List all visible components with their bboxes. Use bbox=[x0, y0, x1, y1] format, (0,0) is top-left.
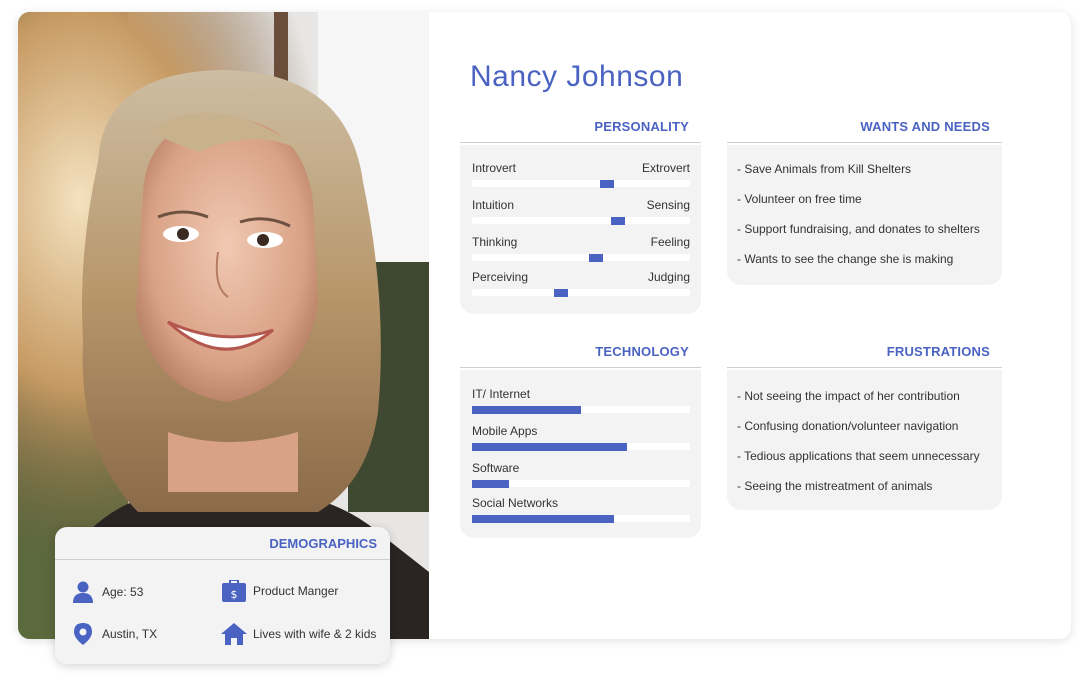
technology-panel: IT/ Internet Mobile Apps Software Social… bbox=[460, 370, 701, 538]
technology-row: Social Networks bbox=[472, 496, 690, 526]
scale-left-label: Intuition bbox=[472, 198, 515, 212]
demographics-family: Lives with wife & 2 kids bbox=[221, 622, 376, 646]
scale-track bbox=[472, 217, 690, 225]
list-item: - Not seeing the impact of her contribut… bbox=[737, 389, 960, 403]
frustrations-list: - Not seeing the impact of her contribut… bbox=[737, 388, 980, 508]
technology-track bbox=[472, 443, 690, 451]
demographics-heading: DEMOGRAPHICS bbox=[55, 527, 390, 560]
family-text: Lives with wife & 2 kids bbox=[253, 627, 377, 641]
briefcase-dollar-icon: $ bbox=[221, 579, 247, 603]
job-text: Product Manger bbox=[253, 584, 339, 598]
technology-row: IT/ Internet bbox=[472, 387, 690, 417]
scale-marker bbox=[554, 289, 568, 297]
personality-scale-row: Introvert Extrovert bbox=[472, 161, 690, 191]
technology-track bbox=[472, 480, 690, 488]
technology-row: Mobile Apps bbox=[472, 424, 690, 454]
wants-heading: WANTS AND NEEDS bbox=[727, 119, 1002, 143]
list-item: - Save Animals from Kill Shelters bbox=[737, 162, 912, 176]
scale-marker bbox=[600, 180, 614, 188]
technology-label: IT/ Internet bbox=[472, 387, 531, 401]
wants-list: - Save Animals from Kill Shelters - Volu… bbox=[737, 161, 980, 281]
list-item: - Tedious applications that seem unneces… bbox=[737, 449, 980, 463]
personality-heading: PERSONALITY bbox=[460, 119, 701, 143]
personality-panel: Introvert Extrovert Intuition Sensing Th… bbox=[460, 145, 701, 314]
scale-right-label: Feeling bbox=[650, 235, 690, 249]
person-icon bbox=[70, 580, 96, 604]
technology-label: Social Networks bbox=[472, 496, 559, 510]
scale-marker bbox=[589, 254, 603, 262]
scale-left-label: Perceiving bbox=[472, 270, 529, 284]
technology-bar bbox=[472, 406, 581, 414]
list-item: - Wants to see the change she is making bbox=[737, 252, 954, 266]
frustrations-panel: - Not seeing the impact of her contribut… bbox=[727, 370, 1002, 510]
personality-scale-row: Thinking Feeling bbox=[472, 235, 690, 265]
location-text: Austin, TX bbox=[102, 627, 158, 641]
scale-right-label: Sensing bbox=[646, 198, 690, 212]
scale-right-label: Judging bbox=[647, 270, 690, 284]
personality-scale-row: Intuition Sensing bbox=[472, 198, 690, 228]
scale-track bbox=[472, 180, 690, 188]
technology-label: Software bbox=[472, 461, 520, 475]
scale-track bbox=[472, 289, 690, 297]
technology-label: Mobile Apps bbox=[472, 424, 538, 438]
wants-panel: - Save Animals from Kill Shelters - Volu… bbox=[727, 145, 1002, 285]
demographics-card: DEMOGRAPHICS Age: 53 $ Product Manger Au… bbox=[55, 527, 390, 664]
svg-text:$: $ bbox=[231, 588, 238, 601]
persona-name: Nancy Johnson bbox=[470, 60, 684, 93]
scale-track bbox=[472, 254, 690, 262]
map-pin-icon bbox=[70, 622, 96, 646]
demographics-job: $ Product Manger bbox=[221, 579, 338, 603]
age-text: Age: 53 bbox=[102, 585, 144, 599]
demographics-age: Age: 53 bbox=[70, 580, 143, 604]
list-item: - Confusing donation/volunteer navigatio… bbox=[737, 419, 959, 433]
frustrations-heading: FRUSTRATIONS bbox=[727, 344, 1002, 368]
scale-left-label: Introvert bbox=[472, 161, 517, 175]
scale-marker bbox=[611, 217, 625, 225]
list-item: - Volunteer on free time bbox=[737, 192, 862, 206]
technology-row: Software bbox=[472, 461, 690, 491]
technology-heading: TECHNOLOGY bbox=[460, 344, 701, 368]
technology-bar bbox=[472, 480, 509, 488]
scale-right-label: Extrovert bbox=[641, 161, 690, 175]
technology-track bbox=[472, 406, 690, 414]
demographics-location: Austin, TX bbox=[70, 622, 157, 646]
house-icon bbox=[221, 622, 247, 646]
technology-track bbox=[472, 515, 690, 523]
personality-scale-row: Perceiving Judging bbox=[472, 270, 690, 300]
list-item: - Seeing the mistreatment of animals bbox=[737, 479, 933, 493]
scale-left-label: Thinking bbox=[472, 235, 518, 249]
list-item: - Support fundraising, and donates to sh… bbox=[737, 222, 980, 236]
technology-bar bbox=[472, 515, 614, 523]
technology-bar bbox=[472, 443, 627, 451]
